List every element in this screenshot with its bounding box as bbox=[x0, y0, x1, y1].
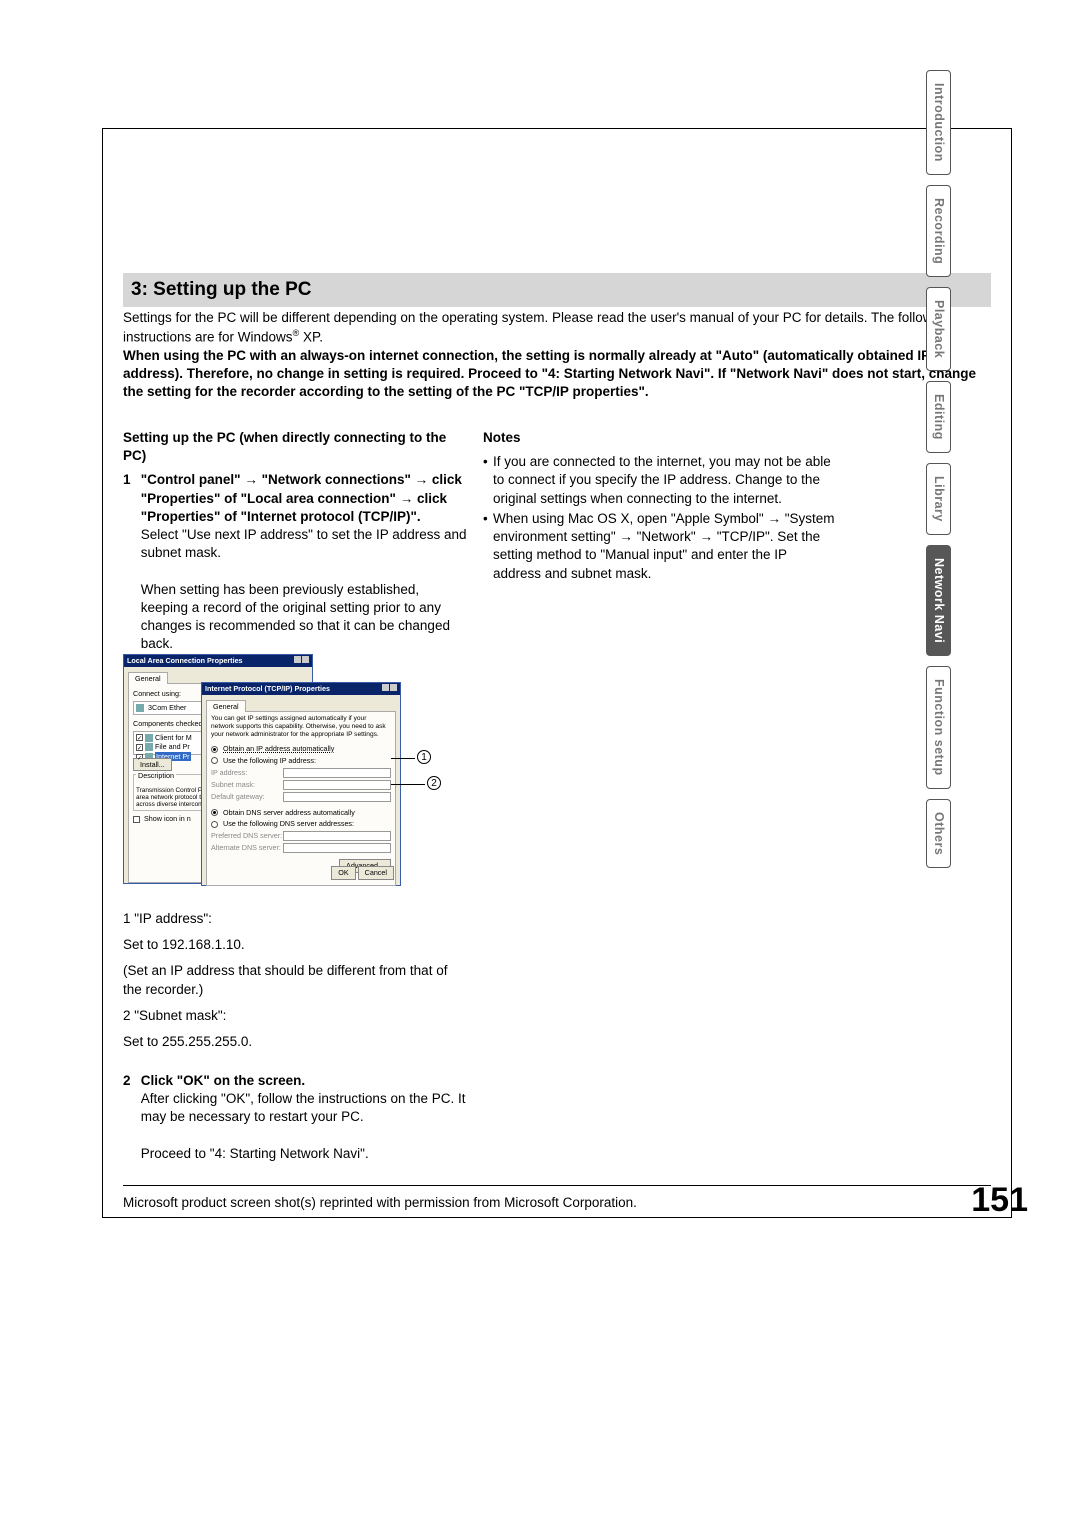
checkbox-icon bbox=[136, 744, 143, 751]
step1-desc2: When setting has been previously establi… bbox=[141, 582, 450, 652]
step-2-block: 2 Click "OK" on the screen. After clicki… bbox=[123, 1072, 468, 1163]
checkbox-icon bbox=[136, 754, 143, 761]
radio-use-ip: Use the following IP address: bbox=[223, 756, 316, 765]
page-number: 151 bbox=[971, 1178, 1028, 1224]
section-heading-bar: 3: Setting up the PC bbox=[123, 273, 991, 307]
ip-desc-text: You can get IP settings assigned automat… bbox=[211, 715, 391, 738]
note-1: If you are connected to the internet, yo… bbox=[483, 453, 838, 508]
dialog-lac-title: Local Area Connection Properties bbox=[127, 656, 243, 666]
label-show-icon: Show icon in n bbox=[144, 814, 191, 823]
cancel-button: Cancel bbox=[358, 866, 394, 880]
adapter-name: 3Com Ether bbox=[148, 703, 186, 712]
radio-obtain-ip: Obtain an IP address automatically bbox=[223, 744, 334, 753]
window-buttons-icon bbox=[293, 656, 309, 666]
left-column: Setting up the PC (when directly connect… bbox=[123, 429, 468, 664]
dialog-ip-titlebar: Internet Protocol (TCP/IP) Properties bbox=[202, 683, 400, 695]
permission-text: Microsoft product screen shot(s) reprint… bbox=[123, 1195, 637, 1210]
step-2-p1: After clicking "OK", follow the instruct… bbox=[141, 1091, 466, 1124]
label-gateway: Default gateway: bbox=[211, 792, 283, 802]
callout-explanations: 1 "IP address": Set to 192.168.1.10. (Se… bbox=[123, 910, 468, 1059]
note-2: When using Mac OS X, open "Apple Symbol"… bbox=[483, 510, 838, 583]
intro-text: Settings for the PC will be different de… bbox=[123, 309, 993, 402]
step-1-number: 1 bbox=[123, 471, 137, 489]
tab-library[interactable]: Library bbox=[926, 463, 951, 535]
adapter-icon bbox=[136, 704, 144, 712]
step-2-p2: Proceed to "4: Starting Network Navi". bbox=[141, 1146, 369, 1161]
screenshot-figure: Local Area Connection Properties General… bbox=[123, 654, 405, 898]
permission-line: Microsoft product screen shot(s) reprint… bbox=[123, 1185, 991, 1212]
step1-desc1: Select "Use next IP address" to set the … bbox=[141, 527, 467, 560]
tab-introduction[interactable]: Introduction bbox=[926, 70, 951, 175]
bf-5: Set to 255.255.255.0. bbox=[123, 1033, 468, 1051]
dialog-tcpip-properties: Internet Protocol (TCP/IP) Properties Ge… bbox=[201, 682, 401, 886]
label-description: Description bbox=[136, 771, 176, 781]
radio-use-dns: Use the following DNS server addresses: bbox=[223, 819, 354, 828]
dialog-ip-pane: You can get IP settings assigned automat… bbox=[206, 711, 396, 886]
callout-1: 1 bbox=[417, 750, 431, 765]
ok-button: OK bbox=[331, 866, 355, 880]
tab-function-setup[interactable]: Function setup bbox=[926, 666, 951, 789]
input-subnet-mask bbox=[283, 780, 391, 790]
checkbox-icon bbox=[133, 816, 140, 823]
step-1-body: "Control panel" → "Network connections" … bbox=[141, 471, 468, 653]
bf-1: 1 "IP address": bbox=[123, 910, 468, 928]
checkbox-icon bbox=[136, 734, 143, 741]
component-icon bbox=[145, 734, 153, 742]
tab-general-lac: General bbox=[128, 672, 168, 685]
callout-line-1 bbox=[391, 758, 415, 759]
tab-general-ip: General bbox=[206, 700, 246, 713]
label-adns: Alternate DNS server: bbox=[211, 843, 283, 853]
step1-part: "Control panel" → "Network connections" … bbox=[141, 472, 462, 523]
radio-icon bbox=[211, 757, 218, 764]
step-2-number: 2 bbox=[123, 1072, 137, 1090]
bf-3: (Set an IP address that should be differ… bbox=[123, 962, 468, 998]
window-buttons-icon bbox=[381, 684, 397, 694]
input-alt-dns bbox=[283, 843, 391, 853]
input-gateway bbox=[283, 792, 391, 802]
radio-obtain-dns: Obtain DNS server address automatically bbox=[223, 808, 355, 817]
radio-icon bbox=[211, 809, 218, 816]
input-pref-dns bbox=[283, 831, 391, 841]
intro-p1a: Settings for the PC will be different de… bbox=[123, 310, 951, 345]
radio-icon bbox=[211, 746, 218, 753]
callout-2-label: 2 bbox=[427, 776, 441, 790]
intro-p1b: XP. bbox=[299, 330, 323, 345]
label-mask: Subnet mask: bbox=[211, 780, 283, 790]
bf-2: Set to 192.168.1.10. bbox=[123, 936, 468, 954]
dialog-footer-buttons: OK Cancel bbox=[331, 866, 394, 880]
notes-column: Notes If you are connected to the intern… bbox=[483, 429, 838, 585]
tab-others[interactable]: Others bbox=[926, 799, 951, 868]
tab-network-navi[interactable]: Network Navi bbox=[926, 545, 951, 656]
component-icon bbox=[145, 743, 153, 751]
label-ip: IP address: bbox=[211, 768, 283, 778]
radio-icon bbox=[211, 821, 218, 828]
tab-recording[interactable]: Recording bbox=[926, 185, 951, 277]
callout-2: 2 bbox=[427, 776, 441, 791]
step-2-body: Click "OK" on the screen. After clicking… bbox=[141, 1072, 468, 1163]
dialog-ip-title: Internet Protocol (TCP/IP) Properties bbox=[205, 684, 330, 694]
callout-line-2 bbox=[391, 784, 425, 785]
left-subhead: Setting up the PC (when directly connect… bbox=[123, 429, 468, 465]
tab-playback[interactable]: Playback bbox=[926, 287, 951, 371]
notes-head: Notes bbox=[483, 429, 838, 447]
side-tabs: Introduction Recording Playback Editing … bbox=[926, 70, 950, 878]
bf-4: 2 "Subnet mask": bbox=[123, 1007, 468, 1025]
page-border: 3: Setting up the PC Settings for the PC… bbox=[102, 128, 1012, 1218]
intro-bold: When using the PC with an always-on inte… bbox=[123, 348, 976, 399]
label-pdns: Preferred DNS server: bbox=[211, 831, 283, 841]
callout-1-label: 1 bbox=[417, 750, 431, 764]
section-heading: 3: Setting up the PC bbox=[131, 277, 983, 303]
input-ip-address bbox=[283, 768, 391, 778]
step-2-head: Click "OK" on the screen. bbox=[141, 1073, 305, 1088]
dialog-lac-titlebar: Local Area Connection Properties bbox=[124, 655, 312, 667]
tab-editing[interactable]: Editing bbox=[926, 381, 951, 453]
